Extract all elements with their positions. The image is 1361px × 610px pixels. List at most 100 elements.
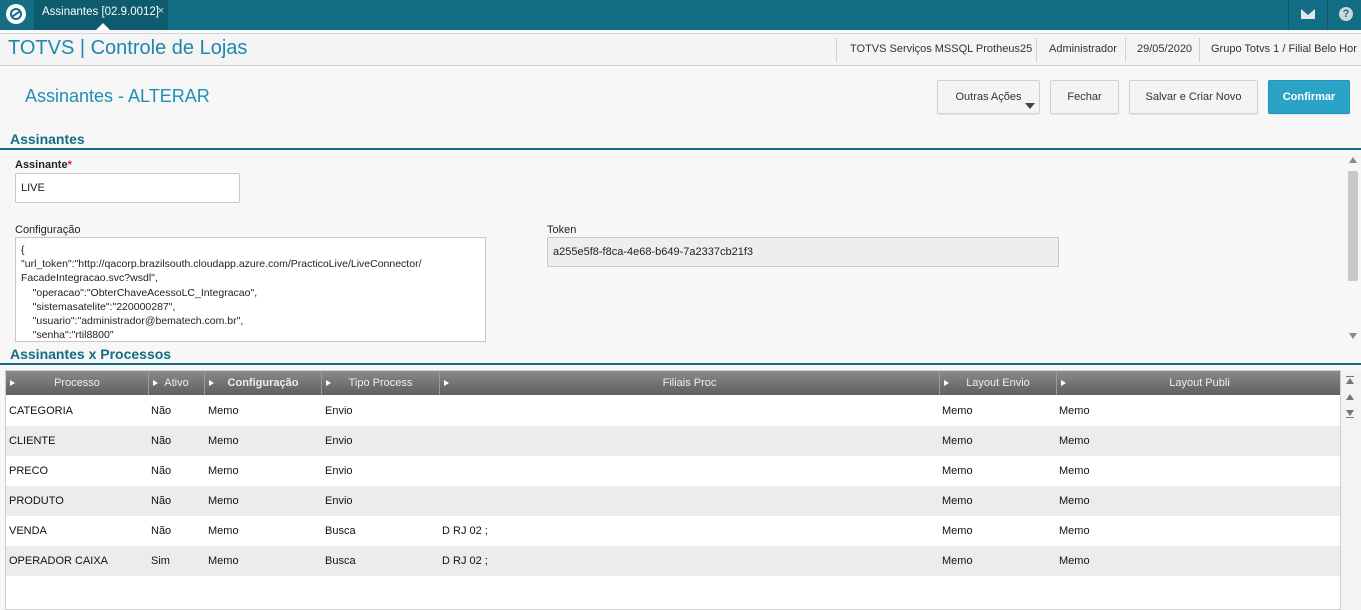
cell-ativo[interactable]: Não: [151, 396, 171, 426]
column-header-layout-envio[interactable]: Layout Envio: [940, 371, 1057, 395]
cell-configuracao[interactable]: Memo: [208, 426, 239, 456]
cell-filiais-proc[interactable]: D RJ 02 ;: [442, 546, 488, 576]
cell-layout-publi[interactable]: Memo: [1059, 396, 1090, 426]
table-row[interactable]: CLIENTE Não Memo Envio Memo Memo: [6, 426, 1340, 456]
table-row[interactable]: PRODUTO Não Memo Envio Memo Memo: [6, 486, 1340, 516]
cell-layout-publi[interactable]: Memo: [1059, 456, 1090, 486]
branch-info: Grupo Totvs 1 / Filial Belo Hor: [1211, 43, 1357, 55]
cell-processo[interactable]: PRECO: [9, 456, 48, 486]
app-header: TOTVS | Controle de Lojas TOTVS Serviços…: [0, 33, 1361, 66]
cell-processo[interactable]: OPERADOR CAIXA: [9, 546, 108, 576]
cell-configuracao[interactable]: Memo: [208, 486, 239, 516]
sort-arrow-icon: [10, 380, 15, 386]
page-title: Assinantes - ALTERAR: [25, 86, 210, 106]
config-label: Configuração: [15, 224, 81, 236]
tab-label: Assinantes [02.9.0012]: [42, 6, 159, 18]
cell-layout-envio[interactable]: Memo: [942, 546, 973, 576]
cell-processo[interactable]: VENDA: [9, 516, 47, 546]
more-actions-button[interactable]: Outras Ações: [937, 80, 1040, 114]
cell-layout-publi[interactable]: Memo: [1059, 426, 1090, 456]
save-and-new-button[interactable]: Salvar e Criar Novo: [1129, 80, 1258, 114]
table-row[interactable]: VENDA Não Memo Busca D RJ 02 ; Memo Memo: [6, 516, 1340, 546]
mail-icon: [1301, 9, 1315, 19]
sort-arrow-icon: [326, 380, 331, 386]
cell-layout-envio[interactable]: Memo: [942, 456, 973, 486]
column-label: Ativo: [164, 377, 189, 389]
cell-ativo[interactable]: Não: [151, 456, 171, 486]
column-header-configuracao[interactable]: Configuração: [205, 371, 322, 395]
scroll-up-icon[interactable]: [1349, 157, 1357, 163]
totvs-logo-icon[interactable]: [6, 4, 26, 24]
scroll-thumb[interactable]: [1348, 171, 1358, 281]
close-button[interactable]: Fechar: [1050, 80, 1119, 114]
cell-layout-envio[interactable]: Memo: [942, 426, 973, 456]
header-divider: [836, 38, 837, 62]
column-header-ativo[interactable]: Ativo: [149, 371, 205, 395]
assinante-field[interactable]: LIVE: [15, 173, 240, 203]
table-row[interactable]: PRECO Não Memo Envio Memo Memo: [6, 456, 1340, 486]
assinante-value: LIVE: [21, 182, 45, 194]
column-header-processo[interactable]: Processo: [6, 371, 149, 395]
cell-ativo[interactable]: Não: [151, 486, 171, 516]
scroll-up-icon[interactable]: [1346, 394, 1354, 400]
cell-ativo[interactable]: Não: [151, 516, 171, 546]
tab-close-icon[interactable]: ×: [158, 5, 164, 17]
cell-layout-envio[interactable]: Memo: [942, 516, 973, 546]
cell-layout-envio[interactable]: Memo: [942, 486, 973, 516]
cell-configuracao[interactable]: Memo: [208, 456, 239, 486]
sort-arrow-icon: [944, 380, 949, 386]
cell-processo[interactable]: PRODUTO: [9, 486, 64, 516]
chevron-down-icon: [1025, 103, 1035, 109]
scroll-top-icon[interactable]: [1346, 378, 1354, 384]
cell-tipo-process[interactable]: Envio: [325, 486, 353, 516]
sort-arrow-icon: [209, 380, 214, 386]
column-label: Layout Envio: [966, 377, 1030, 389]
help-button[interactable]: ?: [1327, 0, 1361, 30]
cell-configuracao[interactable]: Memo: [208, 546, 239, 576]
cell-configuracao[interactable]: Memo: [208, 516, 239, 546]
cell-tipo-process[interactable]: Busca: [325, 516, 356, 546]
mail-button[interactable]: [1288, 0, 1326, 30]
tab-assinantes[interactable]: Assinantes [02.9.0012] ×: [34, 0, 168, 30]
config-line: FacadeIntegracao.svc?wsdl",: [21, 272, 158, 285]
cell-tipo-process[interactable]: Busca: [325, 546, 356, 576]
sort-arrow-icon: [1061, 380, 1066, 386]
top-tab-bar: Assinantes [02.9.0012] × ?: [0, 0, 1361, 30]
cell-tipo-process[interactable]: Envio: [325, 456, 353, 486]
header-divider: [1199, 38, 1200, 62]
form-scrollbar[interactable]: [1345, 153, 1361, 343]
cell-ativo[interactable]: Não: [151, 426, 171, 456]
cell-ativo[interactable]: Sim: [151, 546, 170, 576]
help-icon: ?: [1339, 7, 1353, 21]
cell-layout-envio[interactable]: Memo: [942, 396, 973, 426]
scroll-top-line: [1346, 376, 1354, 377]
column-label: Tipo Process: [348, 377, 413, 389]
user-info: Administrador: [1049, 43, 1117, 55]
scroll-down-icon[interactable]: [1349, 333, 1357, 339]
cell-processo[interactable]: CATEGORIA: [9, 396, 73, 426]
column-header-filiais-proc[interactable]: Filiais Proc: [440, 371, 940, 395]
grid-scrollbar[interactable]: [1341, 370, 1361, 610]
column-label: Layout Publi: [1169, 377, 1230, 389]
cell-layout-publi[interactable]: Memo: [1059, 516, 1090, 546]
token-field[interactable]: a255e5f8-f8ca-4e68-b649-7a2337cb21f3: [547, 237, 1059, 267]
config-textarea[interactable]: { "url_token":"http://qacorp.brazilsouth…: [15, 237, 486, 342]
column-header-layout-publi[interactable]: Layout Publi: [1057, 371, 1340, 395]
assinante-label-text: Assinante: [15, 159, 68, 171]
processes-grid: Processo Ativo Configuração Tipo Process…: [5, 370, 1341, 610]
table-row[interactable]: OPERADOR CAIXA Sim Memo Busca D RJ 02 ; Memo M…: [6, 546, 1340, 576]
cell-tipo-process[interactable]: Envio: [325, 396, 353, 426]
column-header-tipo-process[interactable]: Tipo Process: [322, 371, 440, 395]
required-marker: *: [67, 159, 72, 171]
table-row[interactable]: CATEGORIA Não Memo Envio Memo Memo: [6, 396, 1340, 426]
cell-layout-publi[interactable]: Memo: [1059, 546, 1090, 576]
cell-processo[interactable]: CLIENTE: [9, 426, 55, 456]
cell-configuracao[interactable]: Memo: [208, 396, 239, 426]
header-divider: [1125, 38, 1126, 62]
cell-filiais-proc[interactable]: D RJ 02 ;: [442, 516, 488, 546]
scroll-down-icon[interactable]: [1346, 410, 1354, 416]
confirm-button[interactable]: Confirmar: [1268, 80, 1350, 114]
cell-tipo-process[interactable]: Envio: [325, 426, 353, 456]
cell-layout-publi[interactable]: Memo: [1059, 486, 1090, 516]
config-line: {: [21, 244, 25, 256]
